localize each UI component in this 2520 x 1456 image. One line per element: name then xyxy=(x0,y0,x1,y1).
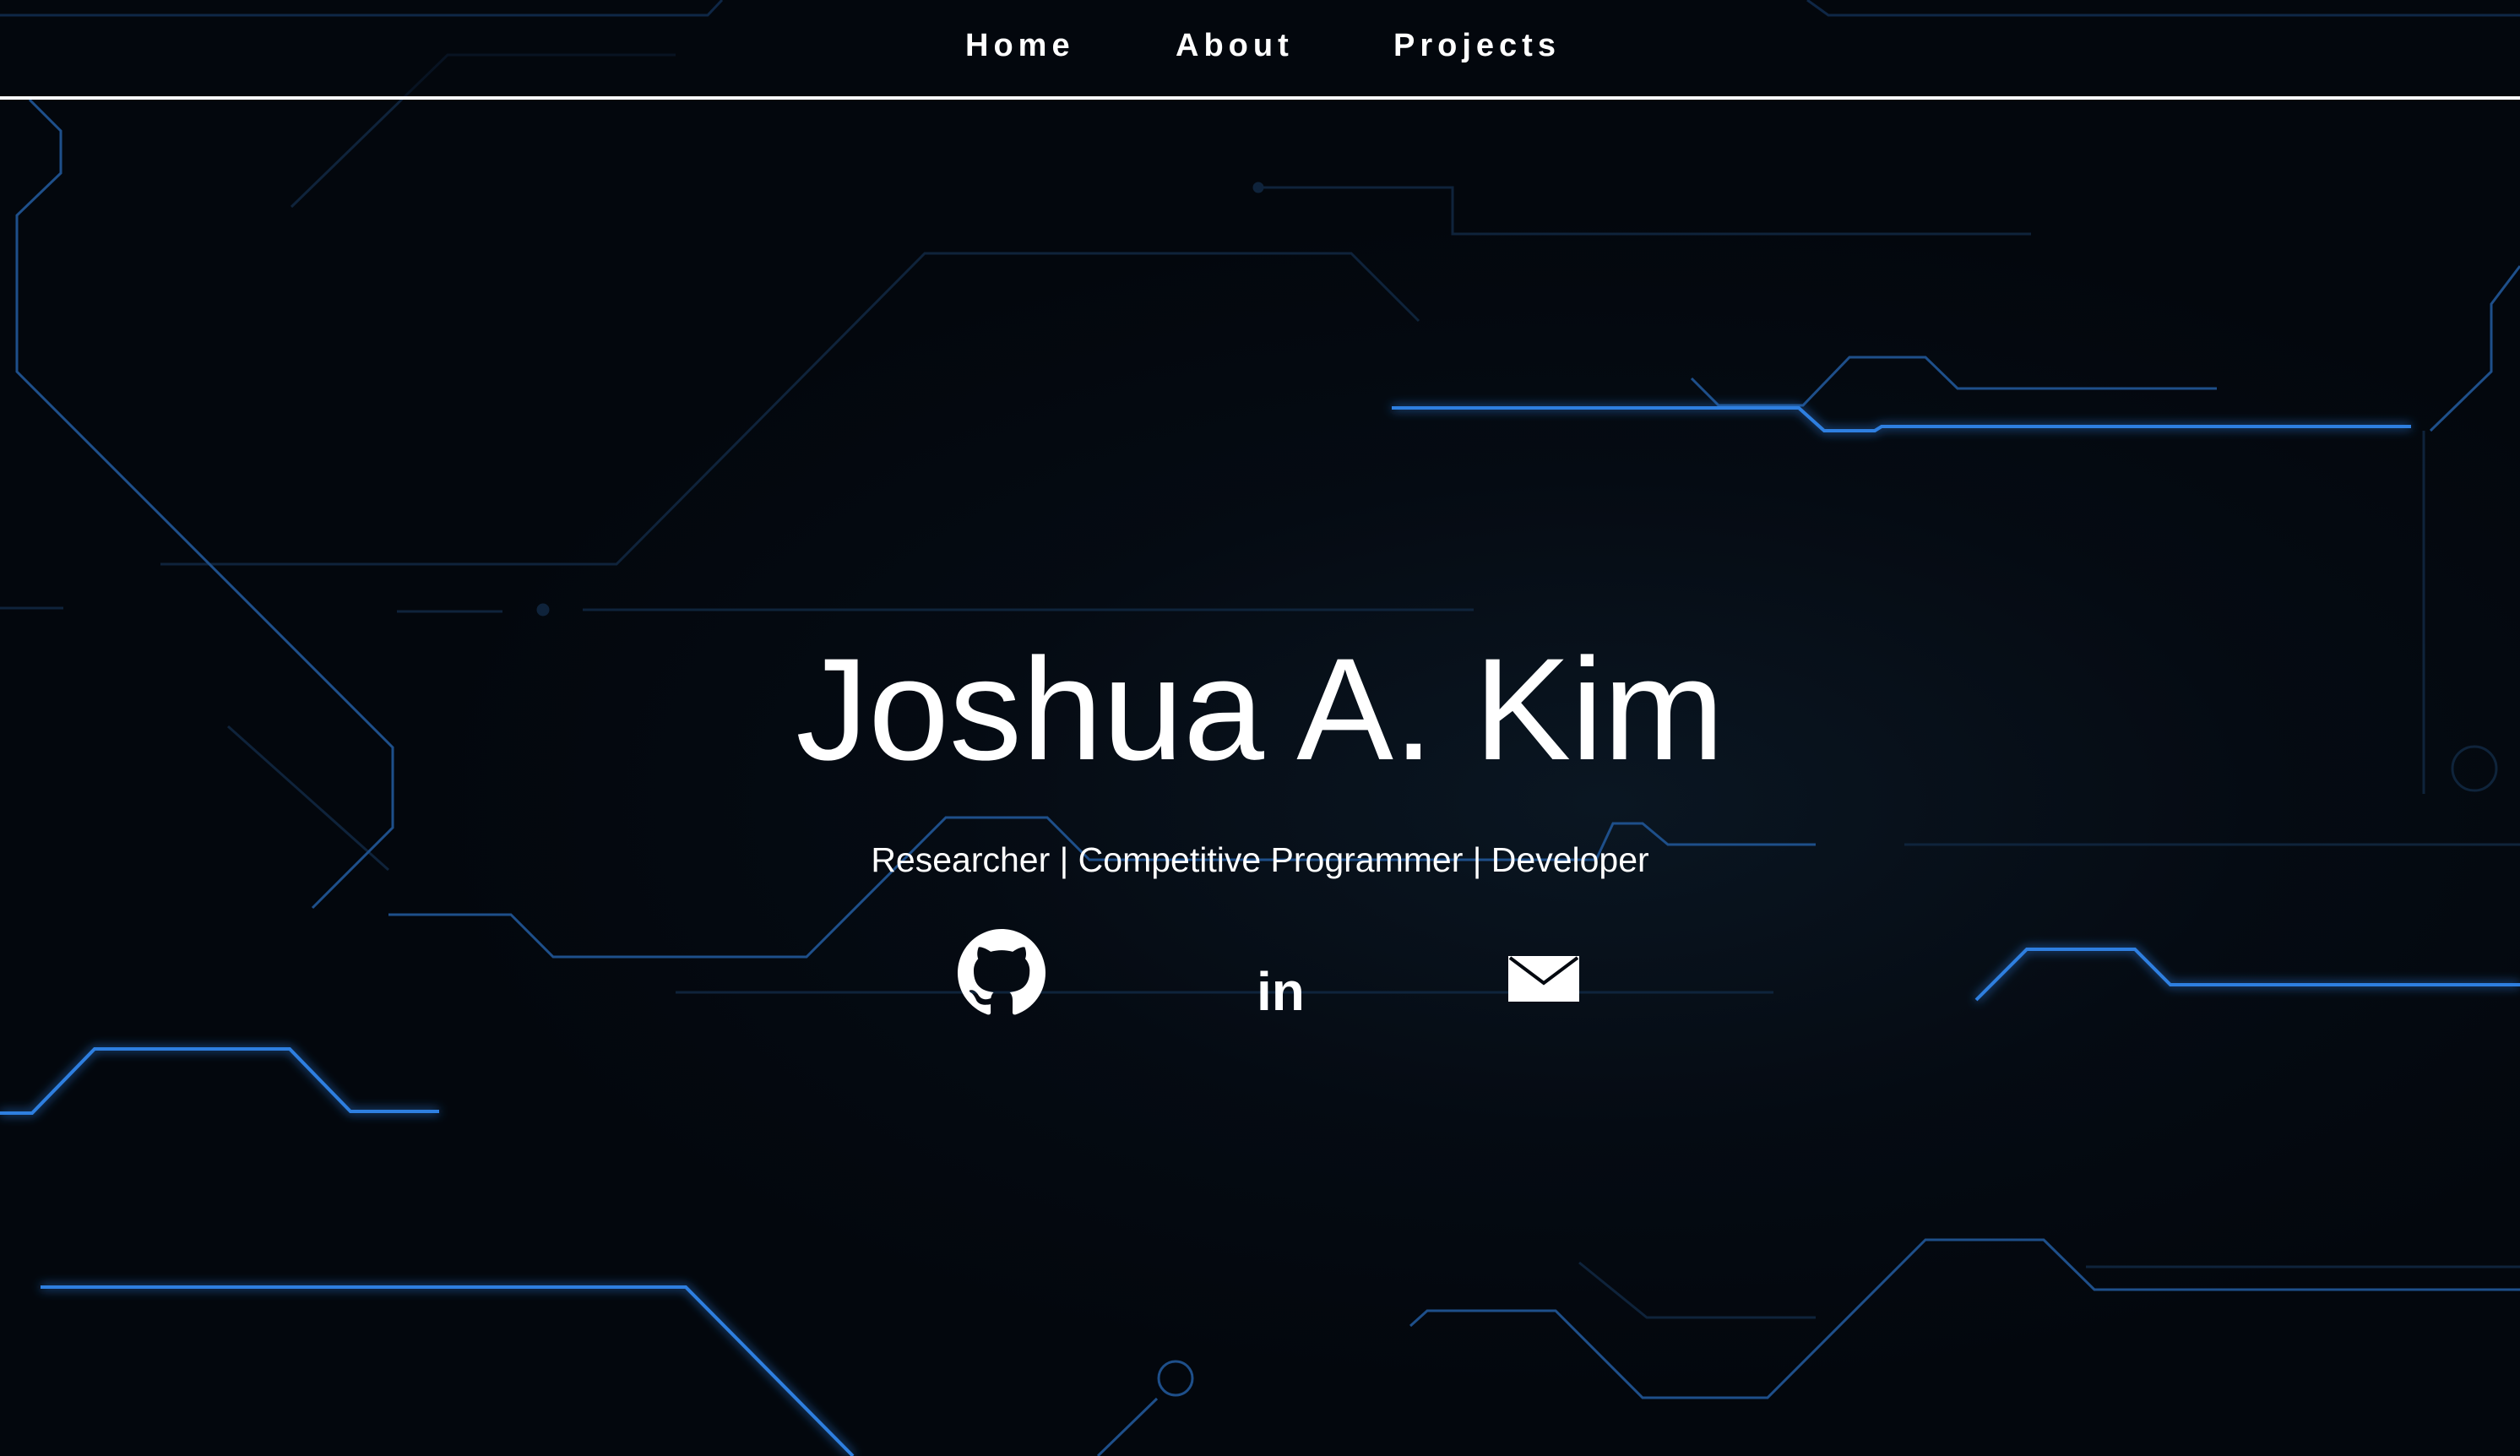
nav-link-projects[interactable]: Projects xyxy=(1393,22,1561,69)
nav-link-about[interactable]: About xyxy=(1176,22,1294,69)
svg-text:in: in xyxy=(1257,963,1305,1015)
email-icon xyxy=(1508,956,1579,1002)
nav-link-home[interactable]: Home xyxy=(965,22,1075,69)
linkedin-link[interactable]: in xyxy=(1257,963,1309,1015)
hero-subtitle: Researcher | Competitive Programmer | De… xyxy=(871,840,1649,879)
hero-name: Joshua A. Kim xyxy=(796,628,1724,790)
top-navbar: Home About Projects xyxy=(0,0,2520,100)
email-link[interactable] xyxy=(1508,956,1579,1002)
portfolio-page: Home About Projects Joshua A. Kim Resear… xyxy=(0,0,2520,1456)
github-icon xyxy=(958,929,1045,1015)
github-link[interactable] xyxy=(958,929,1045,1017)
linkedin-icon: in xyxy=(1257,963,1305,1015)
